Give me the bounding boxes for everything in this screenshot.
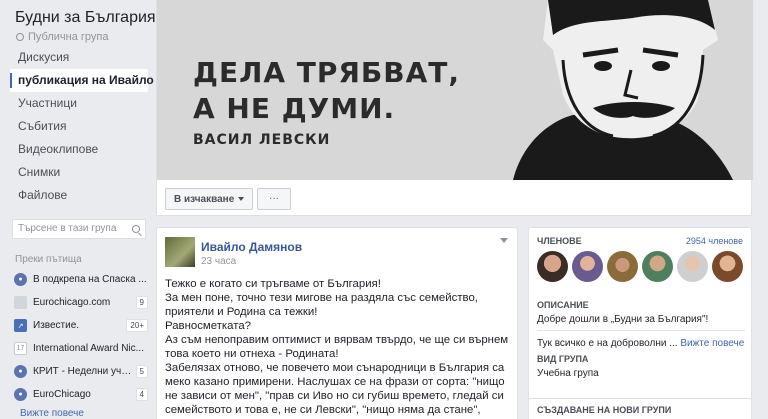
shortcut-label: International Award Nic...	[33, 343, 144, 354]
post-paragraph: Аз съм непоправим оптимист и вярвам твър…	[165, 334, 509, 360]
post-paragraph: Равносметката?	[165, 320, 252, 332]
shortcut-count: 20+	[126, 319, 148, 332]
membership-pending-label: В изчакване	[174, 193, 235, 205]
post-body: Тежко е когато си тръгваме от България! …	[165, 277, 513, 419]
shortcut-item[interactable]: Eurochicago.com 9	[12, 291, 148, 314]
post-paragraph: Забелязах отново, че повечето мои сънаро…	[165, 362, 505, 419]
post-author[interactable]: Ивайло Дамянов	[201, 240, 302, 254]
group-cover-card: ДЕЛА ТРЯБВАТ, А НЕ ДУМИ. ВАСИЛ ЛЕВСКИ В …	[156, 0, 753, 216]
group-description: Добре дошли в „Будни за България"!	[537, 314, 709, 325]
calendar-icon: 17	[14, 342, 27, 355]
chevron-down-icon	[238, 197, 245, 201]
member-avatar[interactable]	[712, 251, 743, 282]
description-heading: ОПИСАНИЕ	[537, 300, 589, 310]
globe-icon	[16, 33, 24, 41]
left-sidebar: Будни за България Публична група Дискуси…	[0, 0, 156, 419]
shortcut-count: 4	[135, 388, 148, 401]
shortcut-item[interactable]: ↗ Известие. 20+	[12, 314, 148, 337]
shortcut-item[interactable]: ● В подкрепа на Спаска ...	[12, 268, 148, 291]
description-excerpt: Тук всичко е на доброволни ...	[537, 338, 678, 349]
member-avatar[interactable]	[537, 251, 568, 282]
cover-quote-line2: А НЕ ДУМИ.	[193, 92, 396, 125]
nav-item-photos[interactable]: Снимки	[10, 161, 148, 184]
cover-quote-author: ВАСИЛ ЛЕВСКИ	[193, 132, 331, 148]
nav-item-events[interactable]: Събития	[10, 115, 148, 138]
post-paragraph: Тежко е когато си тръгваме от България!	[165, 278, 381, 290]
membership-pending-button[interactable]: В изчакване	[165, 188, 254, 210]
group-icon: ●	[14, 388, 27, 401]
member-avatar[interactable]	[677, 251, 708, 282]
create-groups-card: СЪЗДАВАНЕ НА НОВИ ГРУПИ	[528, 398, 752, 419]
create-groups-heading: СЪЗДАВАНЕ НА НОВИ ГРУПИ	[537, 405, 672, 415]
cover-quote-line1: ДЕЛА ТРЯБВАТ,	[193, 56, 461, 89]
group-privacy: Публична група	[16, 31, 108, 43]
shortcut-item[interactable]: ● КРИТ - Неделни учи... 5	[12, 360, 148, 383]
members-heading: ЧЛЕНОВЕ	[537, 236, 582, 246]
shortcut-count: 9	[135, 296, 148, 309]
nav-item-videos[interactable]: Видеоклипове	[10, 138, 148, 161]
more-options-button[interactable]: ···	[257, 188, 291, 210]
group-nav: Дискусия публикация на Ивайло Участници …	[10, 46, 154, 207]
group-description-more: Тук всичко е на доброволни ... Вижте пов…	[537, 338, 744, 349]
search-placeholder: Търсене в тази група	[18, 223, 117, 234]
search-icon[interactable]	[132, 225, 140, 233]
nav-item-members[interactable]: Участници	[10, 92, 148, 115]
shortcut-label: EuroChicago	[33, 389, 91, 400]
nav-item-post[interactable]: публикация на Ивайло	[10, 69, 154, 92]
member-avatar[interactable]	[572, 251, 603, 282]
group-about-card: ЧЛЕНОВЕ 2954 членове ОПИСАНИЕ Добре дошл…	[528, 227, 752, 404]
member-avatars	[537, 251, 743, 282]
group-icon: ●	[14, 365, 27, 378]
group-privacy-label: Публична група	[28, 31, 109, 43]
shortcut-label: КРИТ - Неделни учи...	[33, 366, 132, 377]
shortcuts-heading: Преки пътища	[15, 254, 82, 265]
group-type: Учебна група	[537, 368, 599, 379]
divider	[537, 330, 745, 331]
shortcuts-see-more-link[interactable]: Вижте повече	[20, 408, 84, 419]
nav-item-files[interactable]: Файлове	[10, 184, 148, 207]
shortcut-count: 5	[135, 365, 148, 378]
member-avatar[interactable]	[642, 251, 673, 282]
post-paragraph: За мен поне, точно тези мигове на раздял…	[165, 292, 478, 318]
shortcuts-list: ● В подкрепа на Спаска ... Eurochicago.c…	[12, 268, 148, 406]
post-timestamp[interactable]: 23 часа	[201, 256, 236, 267]
author-avatar[interactable]	[165, 237, 195, 267]
page-icon	[14, 296, 27, 309]
nav-item-discussion[interactable]: Дискусия	[10, 46, 148, 69]
group-icon: ●	[14, 273, 27, 286]
group-title[interactable]: Будни за България	[15, 9, 156, 27]
shortcut-item[interactable]: 17 International Award Nic...	[12, 337, 148, 360]
shortcut-label: Известие.	[33, 320, 80, 331]
post-options-chevron-icon[interactable]	[499, 238, 509, 244]
shortcut-label: В подкрепа на Спаска ...	[33, 274, 147, 285]
member-avatar[interactable]	[607, 251, 638, 282]
description-see-more-link[interactable]: Вижте повече	[680, 338, 744, 349]
feed-post: Ивайло Дамянов 23 часа Тежко е когато си…	[156, 227, 518, 419]
group-search-input[interactable]: Търсене в тази група	[12, 219, 146, 239]
shortcut-label: Eurochicago.com	[33, 297, 111, 308]
chart-icon: ↗	[14, 319, 27, 332]
portrait-illustration	[453, 0, 753, 180]
group-type-heading: ВИД ГРУПА	[537, 354, 589, 364]
shortcut-item[interactable]: ● EuroChicago 4	[12, 383, 148, 406]
members-count-link[interactable]: 2954 членове	[686, 236, 743, 246]
cover-photo[interactable]: ДЕЛА ТРЯБВАТ, А НЕ ДУМИ. ВАСИЛ ЛЕВСКИ	[157, 0, 753, 180]
